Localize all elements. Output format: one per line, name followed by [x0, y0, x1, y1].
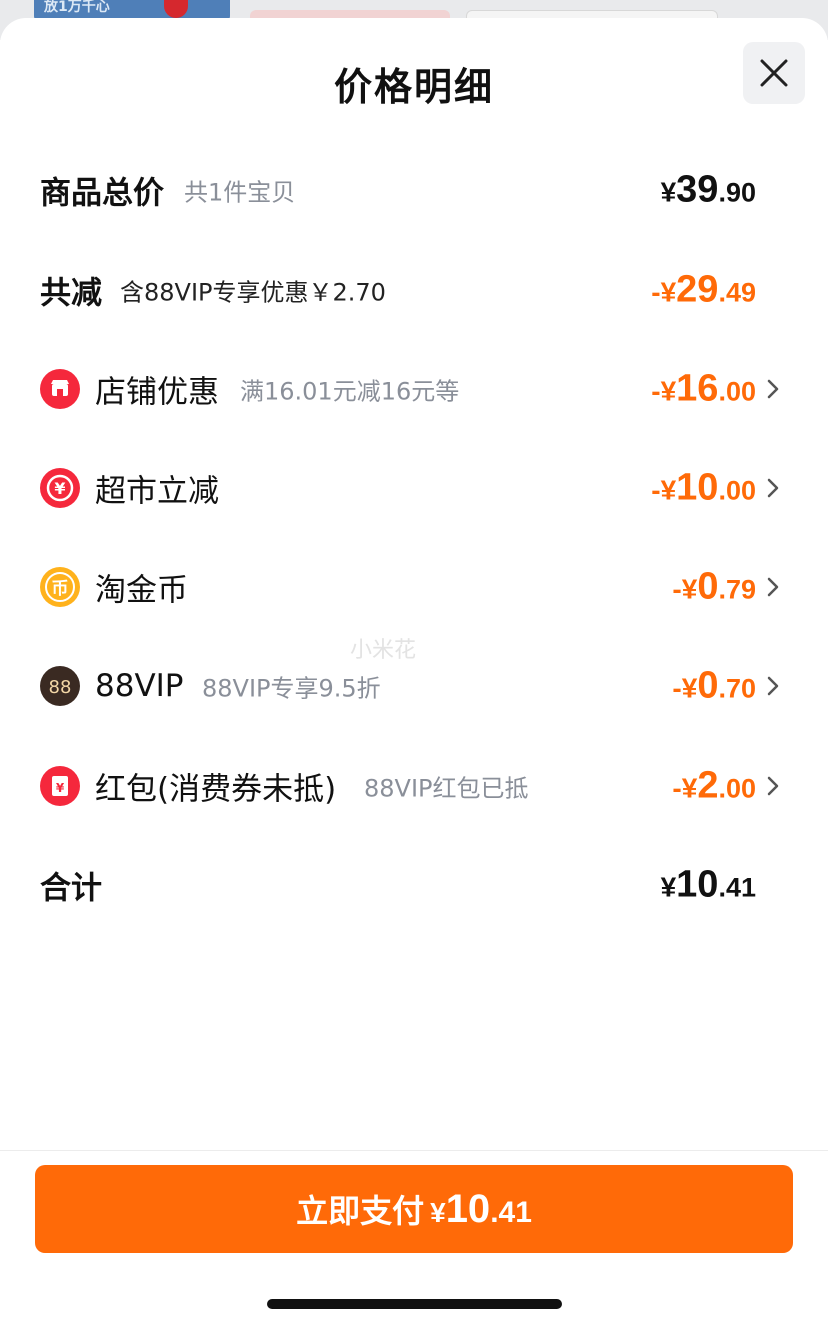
row-label: 淘金币 — [95, 572, 188, 609]
svg-text:¥: ¥ — [54, 479, 65, 498]
row-goods-total: 商品总价 共1件宝贝 ¥39.90 — [0, 150, 828, 230]
yuan-coin-icon: ¥ — [40, 468, 80, 508]
row-amount: ¥10.41 — [660, 863, 756, 906]
svg-text:88: 88 — [49, 677, 72, 698]
red-packet-icon: ¥ — [40, 766, 80, 806]
row-amount: -¥2.00 — [672, 764, 756, 807]
chevron-right-icon — [767, 379, 779, 399]
88vip-icon: 88 — [40, 666, 80, 706]
row-label: 合计 — [40, 870, 102, 907]
row-amount: -¥29.49 — [651, 268, 756, 311]
row-amount: -¥16.00 — [651, 367, 756, 410]
shop-icon — [40, 369, 80, 409]
row-amount: -¥10.00 — [651, 466, 756, 509]
chevron-right-icon — [767, 577, 779, 597]
row-sublabel: 共1件宝贝 — [184, 178, 296, 207]
row-label: 商品总价 — [40, 175, 164, 212]
svg-text:¥: ¥ — [56, 781, 65, 795]
pay-button-amount-dec: .41 — [490, 1196, 532, 1229]
pay-now-button[interactable]: 立即支付 ¥10.41 — [35, 1165, 793, 1253]
pay-button-currency: ¥ — [430, 1197, 446, 1228]
gold-coin-icon: 币 — [40, 567, 80, 607]
row-taojinbi[interactable]: 币 淘金币 -¥0.79 — [0, 547, 828, 627]
row-label: 共减 — [40, 275, 102, 312]
pay-button-label: 立即支付 — [296, 1192, 425, 1230]
row-sublabel: 含88VIP专享优惠￥2.70 — [120, 278, 386, 307]
home-indicator[interactable] — [267, 1299, 562, 1309]
row-shop-discount[interactable]: 店铺优惠 满16.01元减16元等 -¥16.00 — [0, 349, 828, 429]
background-banner-text: 放1万千心 — [44, 0, 110, 15]
chevron-right-icon — [767, 478, 779, 498]
row-amount: ¥39.90 — [660, 168, 756, 211]
row-total-discount: 共减 含88VIP专享优惠￥2.70 -¥29.49 — [0, 250, 828, 330]
row-label: 店铺优惠 — [95, 374, 219, 411]
row-amount: -¥0.79 — [672, 565, 756, 608]
chevron-right-icon — [767, 676, 779, 696]
sheet-title: 价格明细 — [333, 65, 494, 109]
close-icon — [760, 59, 788, 87]
svg-text:币: 币 — [52, 579, 69, 599]
row-supermarket-discount[interactable]: ¥ 超市立减 -¥10.00 — [0, 448, 828, 528]
row-amount: -¥0.70 — [672, 664, 756, 707]
row-88vip[interactable]: 88 88VIP 88VIP专享9.5折 -¥0.70 — [0, 646, 828, 726]
row-red-packet[interactable]: ¥ 红包(消费券未抵) 88VIP红包已抵 -¥2.00 — [0, 746, 828, 826]
row-sublabel: 满16.01元减16元等 — [240, 377, 460, 406]
row-label: 88VIP — [95, 668, 184, 704]
row-sublabel: 88VIP红包已抵 — [364, 774, 529, 803]
row-label: 红包(消费券未抵) — [95, 771, 337, 808]
row-sublabel: 88VIP专享9.5折 — [202, 674, 381, 703]
screen: 放1万千心 价格明细 商品总价 共1件宝贝 ¥39.90 共减 含88VIP专享… — [0, 0, 828, 1326]
footer-divider — [0, 1150, 828, 1151]
pay-button-amount-int: 10 — [445, 1187, 491, 1231]
price-detail-sheet: 价格明细 商品总价 共1件宝贝 ¥39.90 共减 含88VIP专享优惠￥2.7… — [0, 18, 828, 1326]
row-sum: 合计 ¥10.41 — [0, 845, 828, 925]
close-button[interactable] — [743, 42, 805, 104]
row-label: 超市立减 — [95, 473, 219, 510]
chevron-right-icon — [767, 776, 779, 796]
